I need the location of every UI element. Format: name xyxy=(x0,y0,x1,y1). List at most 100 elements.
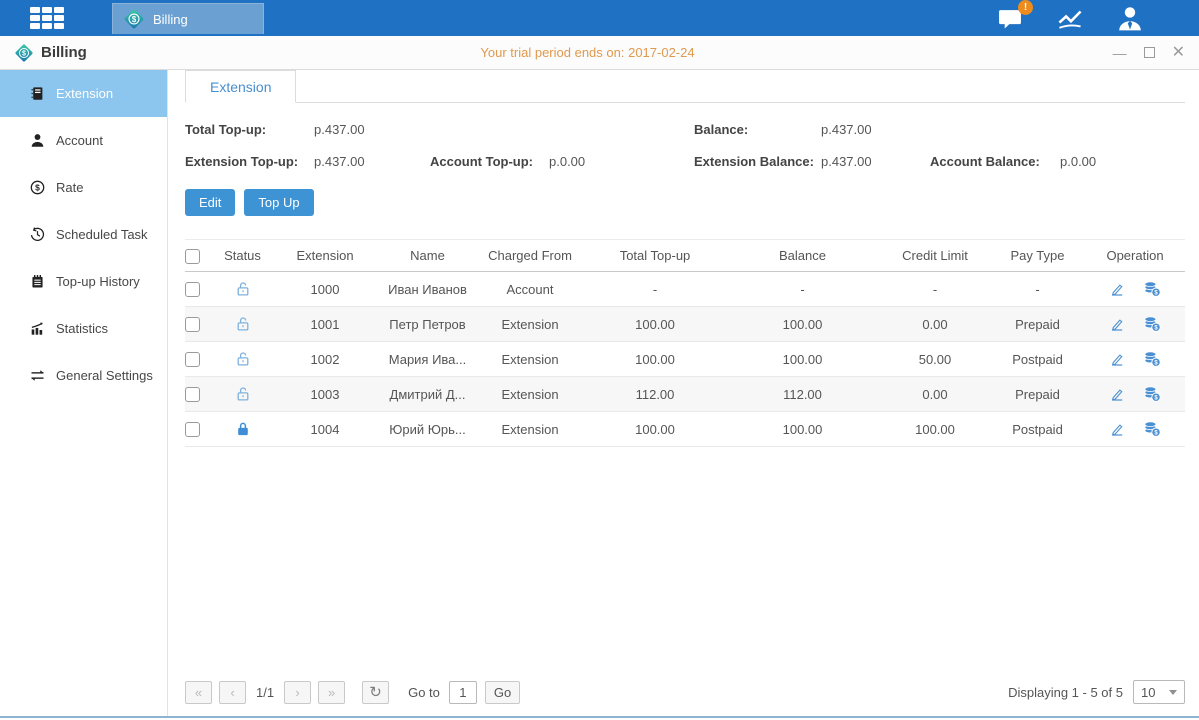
table-row[interactable]: 1003 Дмитрий Д... Extension 112.00 112.0… xyxy=(185,377,1185,412)
edit-extension-icon[interactable] xyxy=(1109,316,1125,332)
prev-page-button[interactable]: ‹ xyxy=(219,681,246,704)
select-all-checkbox[interactable] xyxy=(185,249,200,264)
balance-value: p.437.00 xyxy=(821,122,872,137)
edit-extension-icon[interactable] xyxy=(1109,386,1125,402)
topup-extension-icon[interactable]: $ xyxy=(1143,421,1161,437)
cell-extension: 1004 xyxy=(270,412,380,447)
chevron-down-icon xyxy=(1169,690,1177,695)
billing-diamond-icon: $ xyxy=(123,8,145,30)
next-page-button[interactable]: › xyxy=(284,681,311,704)
cell-extension: 1001 xyxy=(270,307,380,342)
cell-pay-type: Postpaid xyxy=(990,412,1085,447)
cell-extension: 1003 xyxy=(270,377,380,412)
edit-button[interactable]: Edit xyxy=(185,189,235,216)
column-header-name: Name xyxy=(380,240,475,272)
cell-credit-limit: 0.00 xyxy=(880,307,990,342)
sidebar-item-rate[interactable]: $ Rate xyxy=(0,164,167,211)
go-button[interactable]: Go xyxy=(485,681,520,704)
minimize-button[interactable]: — xyxy=(1113,46,1127,60)
status-unlocked-icon xyxy=(235,386,251,402)
tab-bar: Extension xyxy=(185,70,1185,103)
cell-charged-from: Extension xyxy=(475,412,585,447)
reports-chart-icon[interactable] xyxy=(1053,5,1087,32)
sidebar-item-extension[interactable]: Extension xyxy=(0,70,167,117)
cell-credit-limit: - xyxy=(880,272,990,307)
sidebar-item-label: Account xyxy=(56,133,103,148)
cell-balance: 100.00 xyxy=(725,342,880,377)
total-topup-label: Total Top-up: xyxy=(185,122,314,137)
taskbar-tab-label: Billing xyxy=(153,12,188,27)
row-checkbox[interactable] xyxy=(185,387,200,402)
table-header-row: Status Extension Name Charged From Total… xyxy=(185,240,1185,272)
apps-grid-icon[interactable] xyxy=(30,7,74,29)
sidebar-item-statistics[interactable]: Statistics xyxy=(0,305,167,352)
column-header-credit-limit: Credit Limit xyxy=(880,240,990,272)
status-locked-icon xyxy=(235,421,251,437)
table-row[interactable]: 1000 Иван Иванов Account - - - - xyxy=(185,272,1185,307)
status-unlocked-icon xyxy=(235,316,251,332)
total-topup-value: p.437.00 xyxy=(314,122,365,137)
first-page-button[interactable]: « xyxy=(185,681,212,704)
table-row[interactable]: 1001 Петр Петров Extension 100.00 100.00… xyxy=(185,307,1185,342)
column-header-status: Status xyxy=(215,240,270,272)
cell-extension: 1002 xyxy=(270,342,380,377)
summary-section: Total Top-up: p.437.00 Extension Top-up:… xyxy=(185,122,1185,186)
svg-text:$: $ xyxy=(35,183,40,193)
rate-icon: $ xyxy=(30,180,45,195)
status-unlocked-icon xyxy=(235,281,251,297)
table-row[interactable]: 1004 Юрий Юрь... Extension 100.00 100.00… xyxy=(185,412,1185,447)
row-checkbox[interactable] xyxy=(185,317,200,332)
user-account-icon[interactable] xyxy=(1113,5,1147,32)
row-checkbox[interactable] xyxy=(185,422,200,437)
account-topup-value: p.0.00 xyxy=(549,154,585,169)
topup-extension-icon[interactable]: $ xyxy=(1143,386,1161,402)
cell-total-topup: 100.00 xyxy=(585,307,725,342)
notification-badge: ! xyxy=(1018,0,1033,15)
cell-pay-type: - xyxy=(990,272,1085,307)
sidebar-item-label: Statistics xyxy=(56,321,108,336)
taskbar-tab-billing[interactable]: $ Billing xyxy=(112,3,264,34)
cell-name: Дмитрий Д... xyxy=(380,377,475,412)
sidebar-item-account[interactable]: Account xyxy=(0,117,167,164)
cell-name: Юрий Юрь... xyxy=(380,412,475,447)
last-page-button[interactable]: » xyxy=(318,681,345,704)
topup-extension-icon[interactable]: $ xyxy=(1143,281,1161,297)
extension-icon xyxy=(30,86,45,101)
tab-label: Extension xyxy=(210,79,271,95)
table-row[interactable]: 1002 Мария Ива... Extension 100.00 100.0… xyxy=(185,342,1185,377)
sidebar-item-general-settings[interactable]: General Settings xyxy=(0,352,167,399)
topup-extension-icon[interactable]: $ xyxy=(1143,316,1161,332)
cell-name: Иван Иванов xyxy=(380,272,475,307)
window-title: Billing xyxy=(41,44,87,61)
edit-extension-icon[interactable] xyxy=(1109,351,1125,367)
row-checkbox[interactable] xyxy=(185,352,200,367)
cell-pay-type: Postpaid xyxy=(990,342,1085,377)
cell-charged-from: Extension xyxy=(475,342,585,377)
edit-extension-icon[interactable] xyxy=(1109,421,1125,437)
page-size-select[interactable]: 10 xyxy=(1133,680,1185,704)
account-icon xyxy=(30,133,45,148)
cell-balance: 100.00 xyxy=(725,307,880,342)
topup-button[interactable]: Top Up xyxy=(244,189,313,216)
edit-extension-icon[interactable] xyxy=(1109,281,1125,297)
sidebar-item-topup-history[interactable]: Top-up History xyxy=(0,258,167,305)
extension-topup-label: Extension Top-up: xyxy=(185,154,314,169)
cell-credit-limit: 0.00 xyxy=(880,377,990,412)
close-button[interactable]: ✕ xyxy=(1172,45,1185,61)
page-size-value: 10 xyxy=(1141,685,1155,700)
tab-extension[interactable]: Extension xyxy=(185,70,296,103)
general-settings-icon xyxy=(30,368,45,383)
account-topup-label: Account Top-up: xyxy=(430,154,549,169)
account-balance-value: p.0.00 xyxy=(1060,154,1096,169)
table-body: 1000 Иван Иванов Account - - - - xyxy=(185,272,1185,447)
refresh-icon[interactable]: ↻ xyxy=(362,681,389,704)
goto-page-input[interactable] xyxy=(449,681,477,704)
topup-extension-icon[interactable]: $ xyxy=(1143,351,1161,367)
row-checkbox[interactable] xyxy=(185,282,200,297)
sidebar-item-scheduled-task[interactable]: Scheduled Task xyxy=(0,211,167,258)
extension-balance-label: Extension Balance: xyxy=(694,154,821,169)
chat-icon[interactable]: ! xyxy=(993,5,1027,32)
maximize-button[interactable] xyxy=(1144,47,1155,58)
cell-name: Петр Петров xyxy=(380,307,475,342)
status-unlocked-icon xyxy=(235,351,251,367)
